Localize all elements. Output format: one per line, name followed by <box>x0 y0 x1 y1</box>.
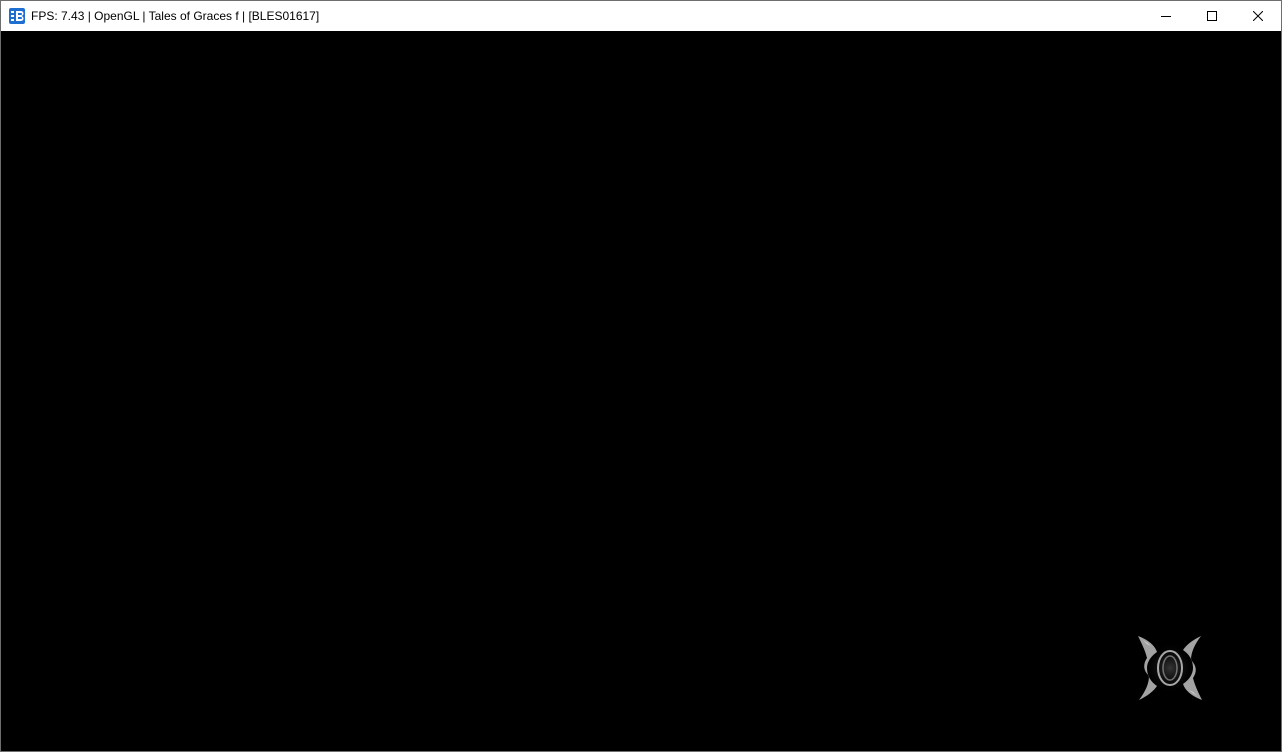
close-icon <box>1253 11 1263 21</box>
minimize-icon <box>1161 16 1171 17</box>
maximize-icon <box>1207 11 1217 21</box>
rpcs3-icon <box>9 8 25 24</box>
emulator-window: FPS: 7.43 | OpenGL | Tales of Graces f |… <box>0 0 1282 752</box>
title-bar[interactable]: FPS: 7.43 | OpenGL | Tales of Graces f |… <box>1 1 1281 31</box>
game-viewport[interactable] <box>1 31 1281 751</box>
maximize-button[interactable] <box>1189 1 1235 31</box>
loading-emblem-icon <box>1138 636 1202 700</box>
minimize-button[interactable] <box>1143 1 1189 31</box>
close-button[interactable] <box>1235 1 1281 31</box>
window-title: FPS: 7.43 | OpenGL | Tales of Graces f |… <box>31 9 320 23</box>
